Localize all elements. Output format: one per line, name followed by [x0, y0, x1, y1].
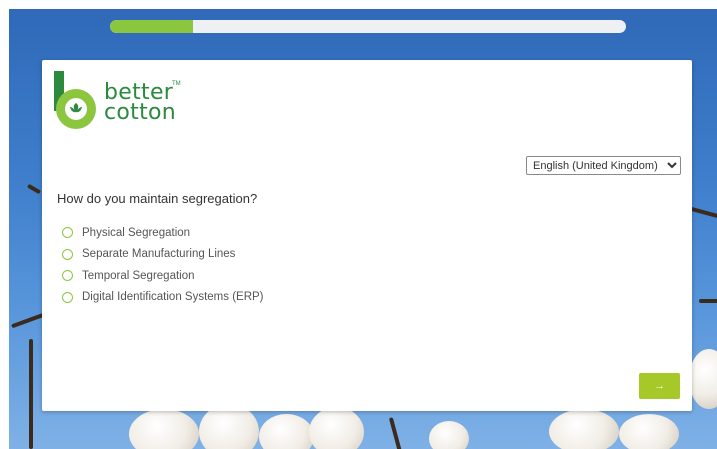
branch-decoration [29, 339, 33, 449]
option-label: Physical Segregation [82, 226, 191, 239]
branch-decoration [26, 183, 42, 195]
option-digital-identification-systems[interactable]: Digital Identification Systems (ERP) [62, 287, 264, 309]
question-text: How do you maintain segregation? [57, 191, 258, 206]
cotton-boll-decoration [549, 409, 619, 449]
progress-bar-fill [110, 20, 193, 33]
survey-card: better cotton TM English (United Kingdom… [42, 60, 692, 411]
cotton-boll-decoration [619, 414, 679, 449]
background-photo: better cotton TM English (United Kingdom… [9, 9, 717, 449]
language-select[interactable]: English (United Kingdom) [526, 156, 681, 175]
logo-word-cotton: cotton [104, 100, 177, 125]
next-button[interactable]: → [639, 373, 680, 399]
branch-decoration [388, 417, 404, 449]
option-physical-segregation[interactable]: Physical Segregation [62, 222, 264, 244]
option-label: Temporal Segregation [82, 269, 195, 282]
option-temporal-segregation[interactable]: Temporal Segregation [62, 265, 264, 287]
option-label: Separate Manufacturing Lines [82, 248, 236, 261]
option-label: Digital Identification Systems (ERP) [82, 291, 264, 304]
radio-button[interactable] [62, 227, 73, 239]
survey-progress-bar [110, 20, 626, 33]
logo-trademark: TM [172, 81, 181, 87]
arrow-right-icon: → [654, 380, 665, 392]
logo-wordmark: better cotton [104, 82, 177, 125]
branch-decoration [699, 299, 717, 303]
radio-button[interactable] [62, 270, 73, 282]
radio-button[interactable] [62, 291, 73, 303]
cotton-boll-decoration [689, 349, 717, 409]
radio-button[interactable] [62, 248, 73, 260]
cotton-boll-decoration [129, 409, 199, 449]
better-cotton-logo: better cotton TM [54, 71, 194, 133]
cotton-boll-decoration [429, 421, 469, 449]
answer-options: Physical Segregation Separate Manufactur… [62, 222, 264, 308]
cotton-boll-decoration [309, 407, 364, 449]
cotton-boll-decoration [259, 414, 314, 449]
option-separate-manufacturing-lines[interactable]: Separate Manufacturing Lines [62, 244, 264, 266]
logo-b-mark-icon [54, 71, 96, 129]
